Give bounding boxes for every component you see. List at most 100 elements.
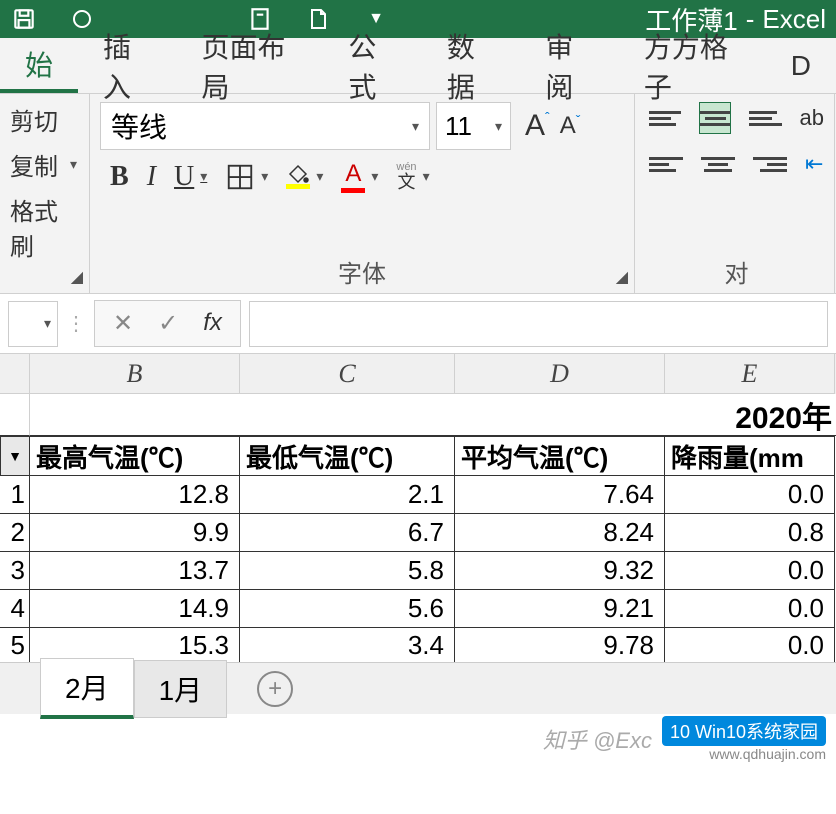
- bold-button[interactable]: B: [110, 161, 129, 193]
- cut-button[interactable]: 剪切: [10, 102, 79, 137]
- cell[interactable]: 9.32: [455, 552, 665, 590]
- formula-input[interactable]: [249, 301, 828, 347]
- column-headers: B C D E: [0, 354, 836, 394]
- cell[interactable]: 0.0: [665, 476, 835, 514]
- new-file-icon[interactable]: [304, 5, 332, 33]
- font-color-button[interactable]: A ▾: [341, 160, 378, 193]
- chevron-down-icon: ▾: [44, 315, 51, 332]
- table-row: 2 9.9 6.7 8.24 0.8: [0, 514, 836, 552]
- sheet-tab-feb[interactable]: 2月: [40, 658, 134, 719]
- table-row: 1 12.8 2.1 7.64 0.0: [0, 476, 836, 514]
- row-number[interactable]: 2: [0, 514, 30, 552]
- chevron-down-icon: ▾: [495, 118, 502, 135]
- font-name-select[interactable]: 等线 ▾: [100, 102, 430, 150]
- chevron-down-icon: ▾: [371, 168, 378, 185]
- font-group-label: 字体: [100, 250, 624, 289]
- fx-button[interactable]: fx: [203, 309, 222, 338]
- row-number[interactable]: 3: [0, 552, 30, 590]
- cell[interactable]: 0.8: [665, 514, 835, 552]
- cell[interactable]: 5.8: [240, 552, 455, 590]
- ribbon-tab-data[interactable]: 数据: [422, 38, 520, 93]
- save-icon[interactable]: [10, 5, 38, 33]
- row-number[interactable]: 5: [0, 628, 30, 662]
- cell[interactable]: 14.9: [30, 590, 240, 628]
- font-expand-icon[interactable]: ◢: [616, 267, 628, 287]
- sheet-tabs: 2月 1月 +: [0, 662, 836, 714]
- copy-button[interactable]: 复制 ▾: [10, 147, 79, 182]
- sheet-tab-jan[interactable]: 1月: [134, 660, 228, 718]
- pinyin-button[interactable]: wén 文 ▾: [396, 162, 429, 191]
- chevron-down-icon: ▾: [316, 168, 323, 185]
- column-header-B[interactable]: B: [30, 354, 240, 394]
- align-right-button[interactable]: [753, 148, 787, 180]
- watermark: 知乎 @Exc 10 Win10系统家园 www.qdhuajin.com: [0, 714, 836, 764]
- cell[interactable]: 12.8: [30, 476, 240, 514]
- title-separator: -: [746, 4, 755, 35]
- cell[interactable]: 9.9: [30, 514, 240, 552]
- ribbon-tab-ffgz[interactable]: 方方格子: [619, 38, 766, 93]
- underline-button[interactable]: U▾: [174, 161, 207, 193]
- ribbon-tab-more[interactable]: D: [766, 38, 836, 93]
- chevron-down-icon: ▾: [70, 156, 77, 173]
- ribbon-tab-formulas[interactable]: 公式: [323, 38, 421, 93]
- add-sheet-button[interactable]: +: [257, 671, 293, 707]
- ribbon-tab-layout[interactable]: 页面布局: [176, 38, 323, 93]
- clipboard-expand-icon[interactable]: ◢: [71, 267, 83, 287]
- wrap-text-button[interactable]: ab: [800, 105, 824, 131]
- ribbon-tabs: 始 插入 页面布局 公式 数据 审阅 方方格子 D: [0, 38, 836, 94]
- border-button[interactable]: ▾: [225, 162, 268, 192]
- name-box[interactable]: ▾: [8, 301, 58, 347]
- cell[interactable]: 5.6: [240, 590, 455, 628]
- cell[interactable]: 3.4: [240, 628, 455, 662]
- cell[interactable]: 0.0: [665, 628, 835, 662]
- column-header-C[interactable]: C: [240, 354, 455, 394]
- ribbon-tab-home[interactable]: 始: [0, 38, 78, 93]
- fill-color-button[interactable]: ▾: [286, 164, 323, 189]
- column-header-D[interactable]: D: [455, 354, 665, 394]
- font-size-select[interactable]: 11 ▾: [436, 102, 511, 150]
- cell[interactable]: 0.0: [665, 552, 835, 590]
- cell[interactable]: 6.7: [240, 514, 455, 552]
- cell[interactable]: 7.64: [455, 476, 665, 514]
- align-bottom-button[interactable]: [749, 102, 781, 134]
- column-header-E[interactable]: E: [665, 354, 835, 394]
- decrease-font-button[interactable]: Aˇ: [560, 112, 581, 140]
- font-group: 等线 ▾ 11 ▾ Aˆ Aˇ B I U▾ ▾: [90, 94, 635, 293]
- cell[interactable]: 2.1: [240, 476, 455, 514]
- increase-font-button[interactable]: Aˆ: [525, 109, 550, 143]
- ribbon-content: 剪切 复制 ▾ 格式刷 ◢ 等线 ▾ 11 ▾ Aˆ Aˇ: [0, 94, 836, 294]
- italic-button[interactable]: I: [147, 161, 156, 193]
- row-number[interactable]: 1: [0, 476, 30, 514]
- header-min-temp[interactable]: 最低气温(℃): [240, 436, 455, 476]
- align-left-button[interactable]: [649, 148, 683, 180]
- cell[interactable]: 8.24: [455, 514, 665, 552]
- confirm-formula-button[interactable]: ✓: [158, 309, 178, 338]
- align-center-button[interactable]: [701, 148, 735, 180]
- align-top-button[interactable]: [649, 102, 681, 134]
- table-row: 5 15.3 3.4 9.78 0.0: [0, 628, 836, 662]
- header-max-temp[interactable]: 最高气温(℃): [30, 436, 240, 476]
- cell[interactable]: 15.3: [30, 628, 240, 662]
- row-number[interactable]: 4: [0, 590, 30, 628]
- qat-icon-1[interactable]: [68, 5, 96, 33]
- win10-logo: 10 Win10系统家园: [662, 716, 826, 746]
- indent-button[interactable]: ⇤: [805, 151, 823, 177]
- sheet-title[interactable]: 2020年: [30, 394, 836, 436]
- align-middle-button[interactable]: [699, 102, 731, 134]
- cell[interactable]: 9.21: [455, 590, 665, 628]
- header-avg-temp[interactable]: 平均气温(℃): [455, 436, 665, 476]
- alignment-group: ab ⇤ 对: [635, 94, 835, 293]
- cell[interactable]: 0.0: [665, 590, 835, 628]
- format-painter-button[interactable]: 格式刷: [10, 192, 79, 262]
- spreadsheet: B C D E 2020年 ▼ 最高气温(℃) 最低气温(℃) 平均气温(℃) …: [0, 354, 836, 662]
- cell[interactable]: 9.78: [455, 628, 665, 662]
- chevron-down-icon: ▾: [261, 168, 268, 185]
- select-all-corner[interactable]: [0, 354, 30, 394]
- cancel-formula-button[interactable]: ✕: [113, 309, 133, 338]
- ribbon-tab-review[interactable]: 审阅: [520, 38, 618, 93]
- ribbon-tab-insert[interactable]: 插入: [78, 38, 176, 93]
- filter-button[interactable]: ▼: [0, 436, 30, 476]
- cell[interactable]: 13.7: [30, 552, 240, 590]
- site-url: www.qdhuajin.com: [709, 746, 826, 762]
- header-rainfall[interactable]: 降雨量(mm: [665, 436, 835, 476]
